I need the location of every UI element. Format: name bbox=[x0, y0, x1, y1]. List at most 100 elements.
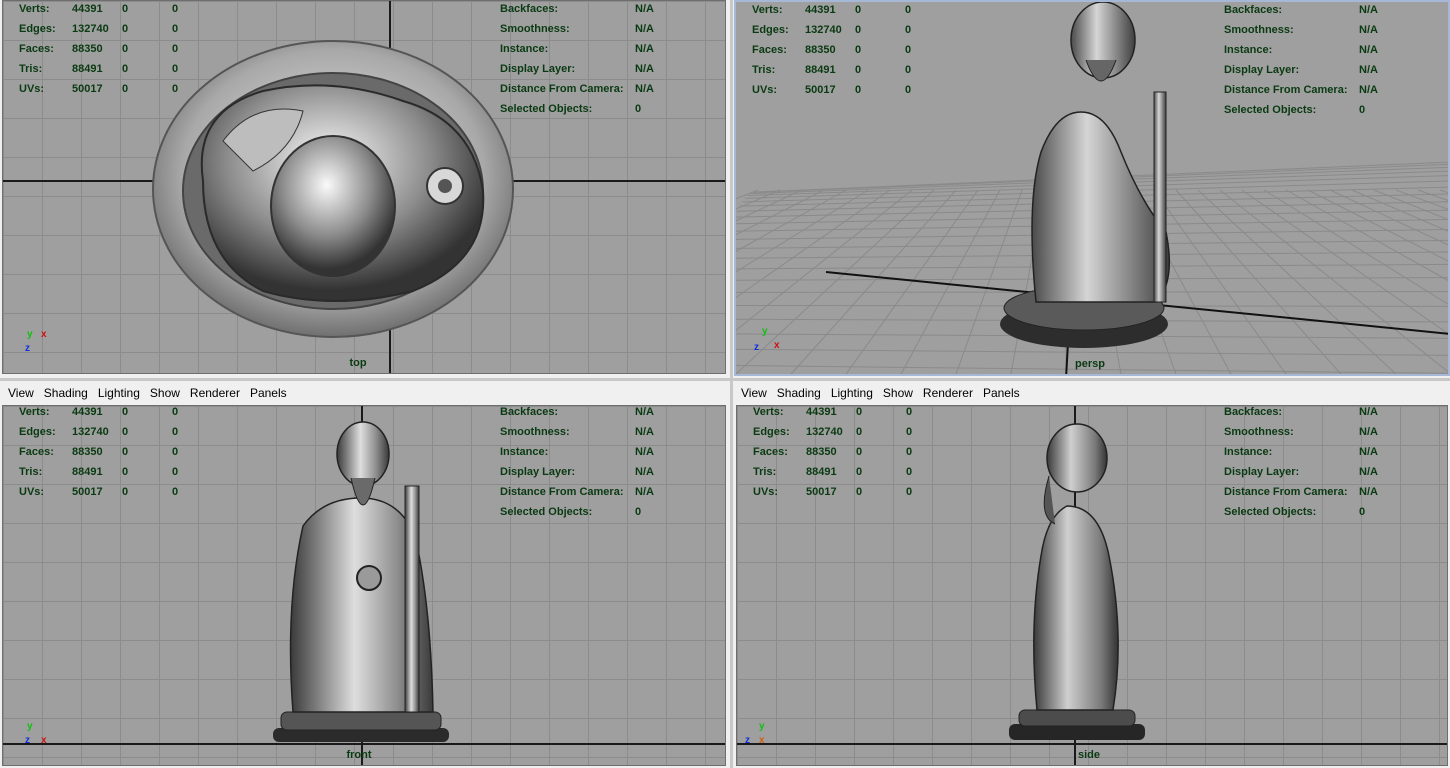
camera-label-persp: persp bbox=[1075, 358, 1105, 370]
hud-info-value: N/A bbox=[635, 466, 654, 478]
menu-renderer[interactable]: Renderer bbox=[185, 386, 245, 400]
viewport-persp[interactable]: Verts: 44391 0 0 Edges: 132740 0 0 Faces: 88350 0 0… bbox=[734, 0, 1450, 376]
hud-left-front: Verts: 44391 0 0 Edges: 132740 0 0 Faces: 88350 0 0… bbox=[19, 406, 219, 506]
hud-right-top: Backfaces: N/A Smoothness: N/A Instance: N/A D… bbox=[500, 3, 690, 123]
hud-stat-value: 0 bbox=[856, 466, 863, 478]
hud-stat-value: 88491 bbox=[72, 466, 103, 478]
hud-info-label: Smoothness: bbox=[1224, 426, 1294, 438]
hud-stat-value: 0 bbox=[122, 406, 129, 418]
hud-info-value: N/A bbox=[635, 3, 654, 15]
hud-stat-value: 0 bbox=[122, 3, 129, 15]
camera-label-top: top bbox=[349, 357, 367, 369]
hud-info-value: 0 bbox=[1359, 506, 1366, 518]
hud-stat-value: 50017 bbox=[806, 486, 837, 498]
hud-info-label: Backfaces: bbox=[500, 406, 559, 418]
hud-stat-value: 0 bbox=[856, 426, 863, 438]
menu-shading[interactable]: Shading bbox=[772, 386, 826, 400]
hud-stat-value: 0 bbox=[122, 486, 129, 498]
hud-stat-value: 0 bbox=[172, 446, 179, 458]
hud-stat-value: 50017 bbox=[805, 84, 836, 96]
hud-info-value: N/A bbox=[1359, 406, 1378, 418]
hud-stat-value: 0 bbox=[172, 83, 179, 95]
hud-info-label: Display Layer: bbox=[500, 63, 576, 75]
hud-stat-label: Edges: bbox=[19, 23, 56, 35]
hud-stat-value: 88350 bbox=[72, 43, 103, 55]
menu-lighting[interactable]: Lighting bbox=[826, 386, 878, 400]
hud-left-side: Verts: 44391 0 0 Edges: 132740 0 0 Faces: 88350 0 0… bbox=[753, 406, 953, 506]
hud-info-label: Display Layer: bbox=[500, 466, 576, 478]
hud-stat-value: 88491 bbox=[805, 64, 836, 76]
panel-side: View Shading Lighting Show Renderer Pane… bbox=[733, 381, 1450, 768]
axis-gizmo-persp: y x z bbox=[754, 326, 780, 353]
menu-panels[interactable]: Panels bbox=[978, 386, 1025, 400]
viewport-side[interactable]: Verts: 44391 0 0 Edges: 132740 0 0 Faces: 88350 0 0… bbox=[736, 405, 1448, 766]
hud-info-value: N/A bbox=[1359, 4, 1378, 16]
hud-info-label: Distance From Camera: bbox=[500, 486, 624, 498]
hud-stat-value: 0 bbox=[855, 64, 862, 76]
hud-stat-value: 0 bbox=[855, 84, 862, 96]
viewport-front[interactable]: Verts: 44391 0 0 Edges: 132740 0 0 Faces: 88350 0 0… bbox=[2, 405, 726, 766]
hud-stat-label: Verts: bbox=[19, 3, 50, 15]
hud-stat-value: 0 bbox=[905, 84, 912, 96]
viewport-top[interactable]: Verts: 44391 0 0 Edges: 132740 0 0 Faces: 88350 0 0… bbox=[2, 0, 726, 374]
hud-stat-label: Tris: bbox=[19, 466, 43, 478]
hud-stat-value: 0 bbox=[856, 406, 863, 418]
menu-view[interactable]: View bbox=[0, 386, 39, 400]
hud-stat-value: 0 bbox=[122, 466, 129, 478]
hud-stat-label: Edges: bbox=[752, 24, 789, 36]
menu-show[interactable]: Show bbox=[145, 386, 185, 400]
menu-panels[interactable]: Panels bbox=[245, 386, 292, 400]
hud-stat-value: 44391 bbox=[72, 3, 103, 15]
hud-info-label: Instance: bbox=[500, 446, 549, 458]
hud-info-label: Smoothness: bbox=[500, 23, 570, 35]
hud-info-value: 0 bbox=[1359, 104, 1366, 116]
hud-stat-label: Tris: bbox=[752, 64, 776, 76]
hud-stat-value: 0 bbox=[172, 23, 179, 35]
hud-stat-value: 0 bbox=[122, 43, 129, 55]
hud-stat-value: 44391 bbox=[72, 406, 103, 418]
hud-right-persp: Backfaces: N/A Smoothness: N/A Instance: N/A D… bbox=[1224, 4, 1414, 124]
axis-gizmo-side: y z x bbox=[745, 721, 765, 746]
hud-left-top: Verts: 44391 0 0 Edges: 132740 0 0 Faces: 88350 0 0… bbox=[19, 3, 219, 103]
panel-front: View Shading Lighting Show Renderer Pane… bbox=[0, 381, 730, 768]
hud-info-value: N/A bbox=[635, 446, 654, 458]
menu-shading[interactable]: Shading bbox=[39, 386, 93, 400]
hud-info-label: Smoothness: bbox=[1224, 24, 1294, 36]
hud-stat-value: 50017 bbox=[72, 486, 103, 498]
menu-view[interactable]: View bbox=[733, 386, 772, 400]
hud-info-label: Distance From Camera: bbox=[1224, 486, 1348, 498]
hud-stat-value: 0 bbox=[855, 4, 862, 16]
hud-stat-value: 0 bbox=[906, 426, 913, 438]
hud-stat-value: 88491 bbox=[72, 63, 103, 75]
hud-info-label: Instance: bbox=[1224, 446, 1273, 458]
hud-info-value: N/A bbox=[1359, 24, 1378, 36]
hud-stat-label: Faces: bbox=[19, 446, 54, 458]
menu-renderer[interactable]: Renderer bbox=[918, 386, 978, 400]
camera-label-front: front bbox=[346, 749, 372, 761]
hud-stat-value: 50017 bbox=[72, 83, 103, 95]
hud-info-value: N/A bbox=[1359, 486, 1378, 498]
hud-info-value: N/A bbox=[1359, 64, 1378, 76]
hud-stat-label: Tris: bbox=[753, 466, 777, 478]
hud-stat-value: 88350 bbox=[72, 446, 103, 458]
axis-gizmo-top: y x z bbox=[25, 329, 47, 354]
panel-top: Verts: 44391 0 0 Edges: 132740 0 0 Faces: 88350 0 0… bbox=[0, 0, 730, 378]
hud-stat-label: Edges: bbox=[19, 426, 56, 438]
menu-lighting[interactable]: Lighting bbox=[93, 386, 145, 400]
hud-stat-label: UVs: bbox=[753, 486, 779, 498]
menu-show[interactable]: Show bbox=[878, 386, 918, 400]
hud-stat-value: 132740 bbox=[806, 426, 843, 438]
hud-stat-value: 0 bbox=[122, 23, 129, 35]
hud-stat-value: 0 bbox=[172, 406, 179, 418]
hud-right-side: Backfaces: N/A Smoothness: N/A Instance: N/A D… bbox=[1224, 406, 1414, 526]
hud-info-label: Instance: bbox=[500, 43, 549, 55]
hud-stat-value: 0 bbox=[906, 446, 913, 458]
hud-info-value: N/A bbox=[635, 486, 654, 498]
hud-info-label: Selected Objects: bbox=[500, 103, 593, 115]
hud-stat-label: UVs: bbox=[752, 84, 778, 96]
hud-stat-value: 0 bbox=[172, 43, 179, 55]
hud-stat-value: 0 bbox=[855, 24, 862, 36]
hud-info-label: Backfaces: bbox=[500, 3, 559, 15]
hud-info-value: N/A bbox=[635, 426, 654, 438]
hud-left-persp: Verts: 44391 0 0 Edges: 132740 0 0 Faces: 88350 0 0… bbox=[752, 4, 952, 104]
